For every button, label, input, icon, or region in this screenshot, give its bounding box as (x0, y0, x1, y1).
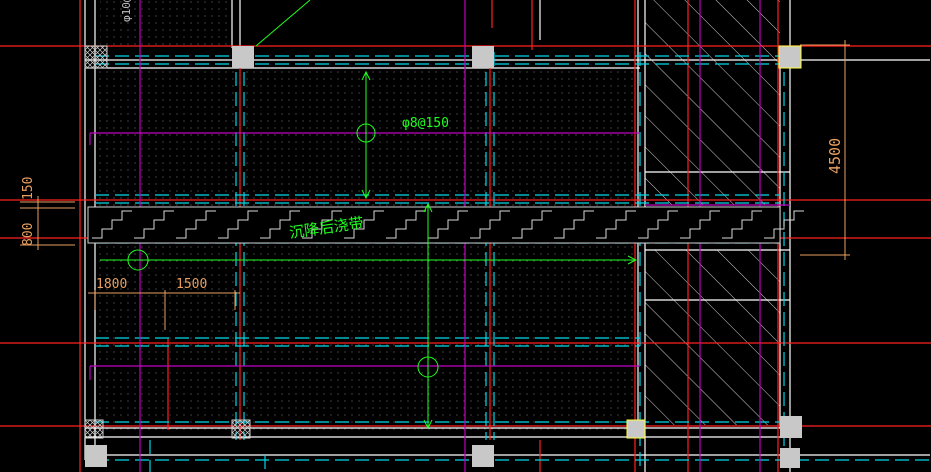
column (472, 46, 494, 68)
cad-drawing-canvas: φ10@ φ8@150 沉降后浇带 150 800 1800 1500 4500 (0, 0, 931, 472)
dimension-800: 800 (21, 223, 36, 246)
column (232, 46, 254, 68)
dimension-1800: 1800 (96, 277, 127, 292)
column (626, 419, 646, 439)
column (84, 419, 104, 439)
column (84, 45, 108, 69)
column (780, 416, 802, 438)
rebar-spacing-label: φ8@150 (402, 116, 449, 131)
column (778, 45, 802, 69)
column (231, 419, 251, 439)
settlement-band (87, 206, 804, 244)
dimension-150: 150 (21, 177, 36, 200)
dimension-4500: 4500 (826, 138, 844, 174)
dimension-1500: 1500 (176, 277, 207, 292)
column (85, 445, 107, 467)
rebar-top-left-label: φ10@ (120, 0, 133, 22)
column (780, 448, 800, 468)
column (472, 445, 494, 467)
